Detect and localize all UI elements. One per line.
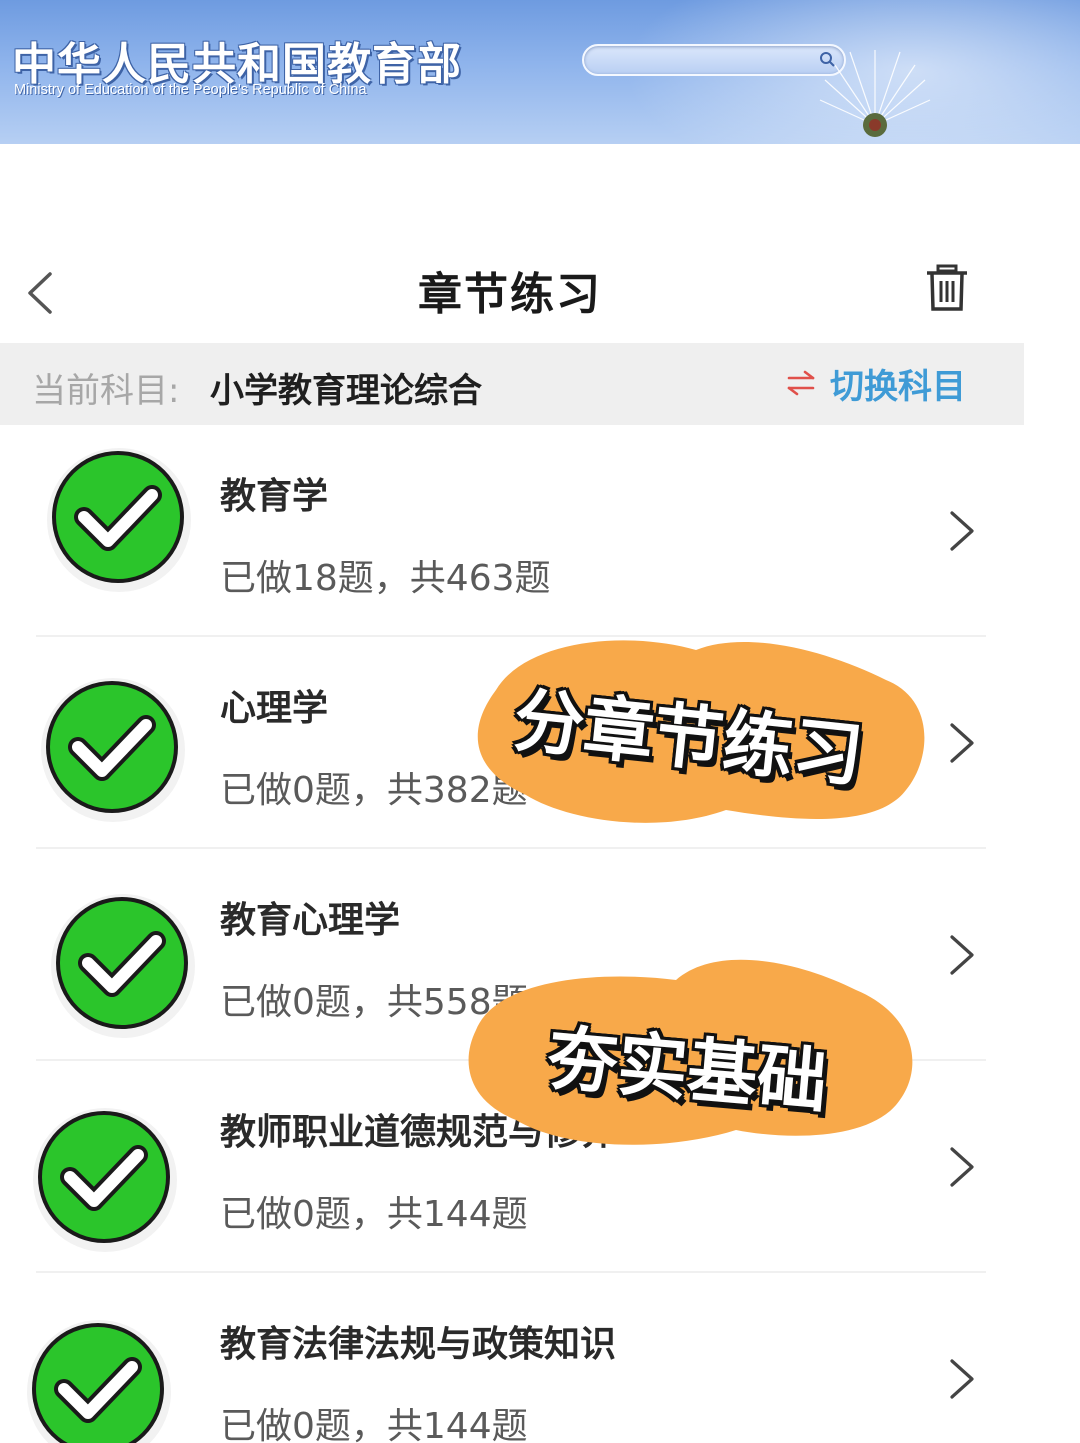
- chapter-title: 教育学: [220, 476, 329, 517]
- switch-subject-button[interactable]: 切换科目: [786, 361, 966, 407]
- check-circle-icon: [33, 1108, 177, 1252]
- current-subject-bar: 当前科目: 小学教育理论综合 切换科目: [0, 343, 1024, 425]
- chapter-title: 教育法律法规与政策知识: [220, 1324, 617, 1365]
- site-banner: 中华人民共和国教育部 Ministry of Education of the …: [0, 0, 1080, 144]
- chevron-right-icon: [950, 511, 974, 551]
- check-circle-icon: [41, 678, 185, 822]
- sticker-solid-foundation: 夯实基础: [456, 940, 926, 1150]
- chevron-right-icon: [950, 935, 974, 975]
- check-circle-icon: [51, 894, 195, 1038]
- sticker-chapter-practice: 分章节练习: [466, 620, 936, 830]
- dandelion-decoration: [819, 50, 931, 137]
- chevron-right-icon: [950, 723, 974, 763]
- chapter-item[interactable]: 教育法律法规与政策知识 已做0题，共144题: [0, 1273, 1024, 1443]
- check-circle-icon: [27, 1320, 171, 1443]
- chevron-right-icon: [950, 1359, 974, 1399]
- check-circle-icon: [47, 448, 191, 592]
- banner-subtitle: Ministry of Education of the People's Re…: [14, 82, 367, 98]
- trash-icon[interactable]: [924, 264, 970, 312]
- chevron-right-icon: [950, 1147, 974, 1187]
- page-title: 章节练习: [418, 269, 602, 320]
- chapter-title: 教育心理学: [220, 900, 401, 941]
- chapter-progress: 已做0题，共144题: [220, 1194, 528, 1235]
- swap-arrows-icon: [787, 370, 815, 396]
- switch-subject-label: 切换科目: [830, 366, 966, 407]
- current-subject-label: 当前科目:: [32, 371, 180, 411]
- chapter-title: 心理学: [220, 688, 329, 729]
- chapter-progress: 已做18题，共463题: [220, 558, 551, 599]
- chapter-progress: 已做0题，共144题: [220, 1406, 528, 1443]
- chapter-item[interactable]: 教育学 已做18题，共463题: [0, 425, 1024, 637]
- current-subject-value: 小学教育理论综合: [210, 371, 482, 411]
